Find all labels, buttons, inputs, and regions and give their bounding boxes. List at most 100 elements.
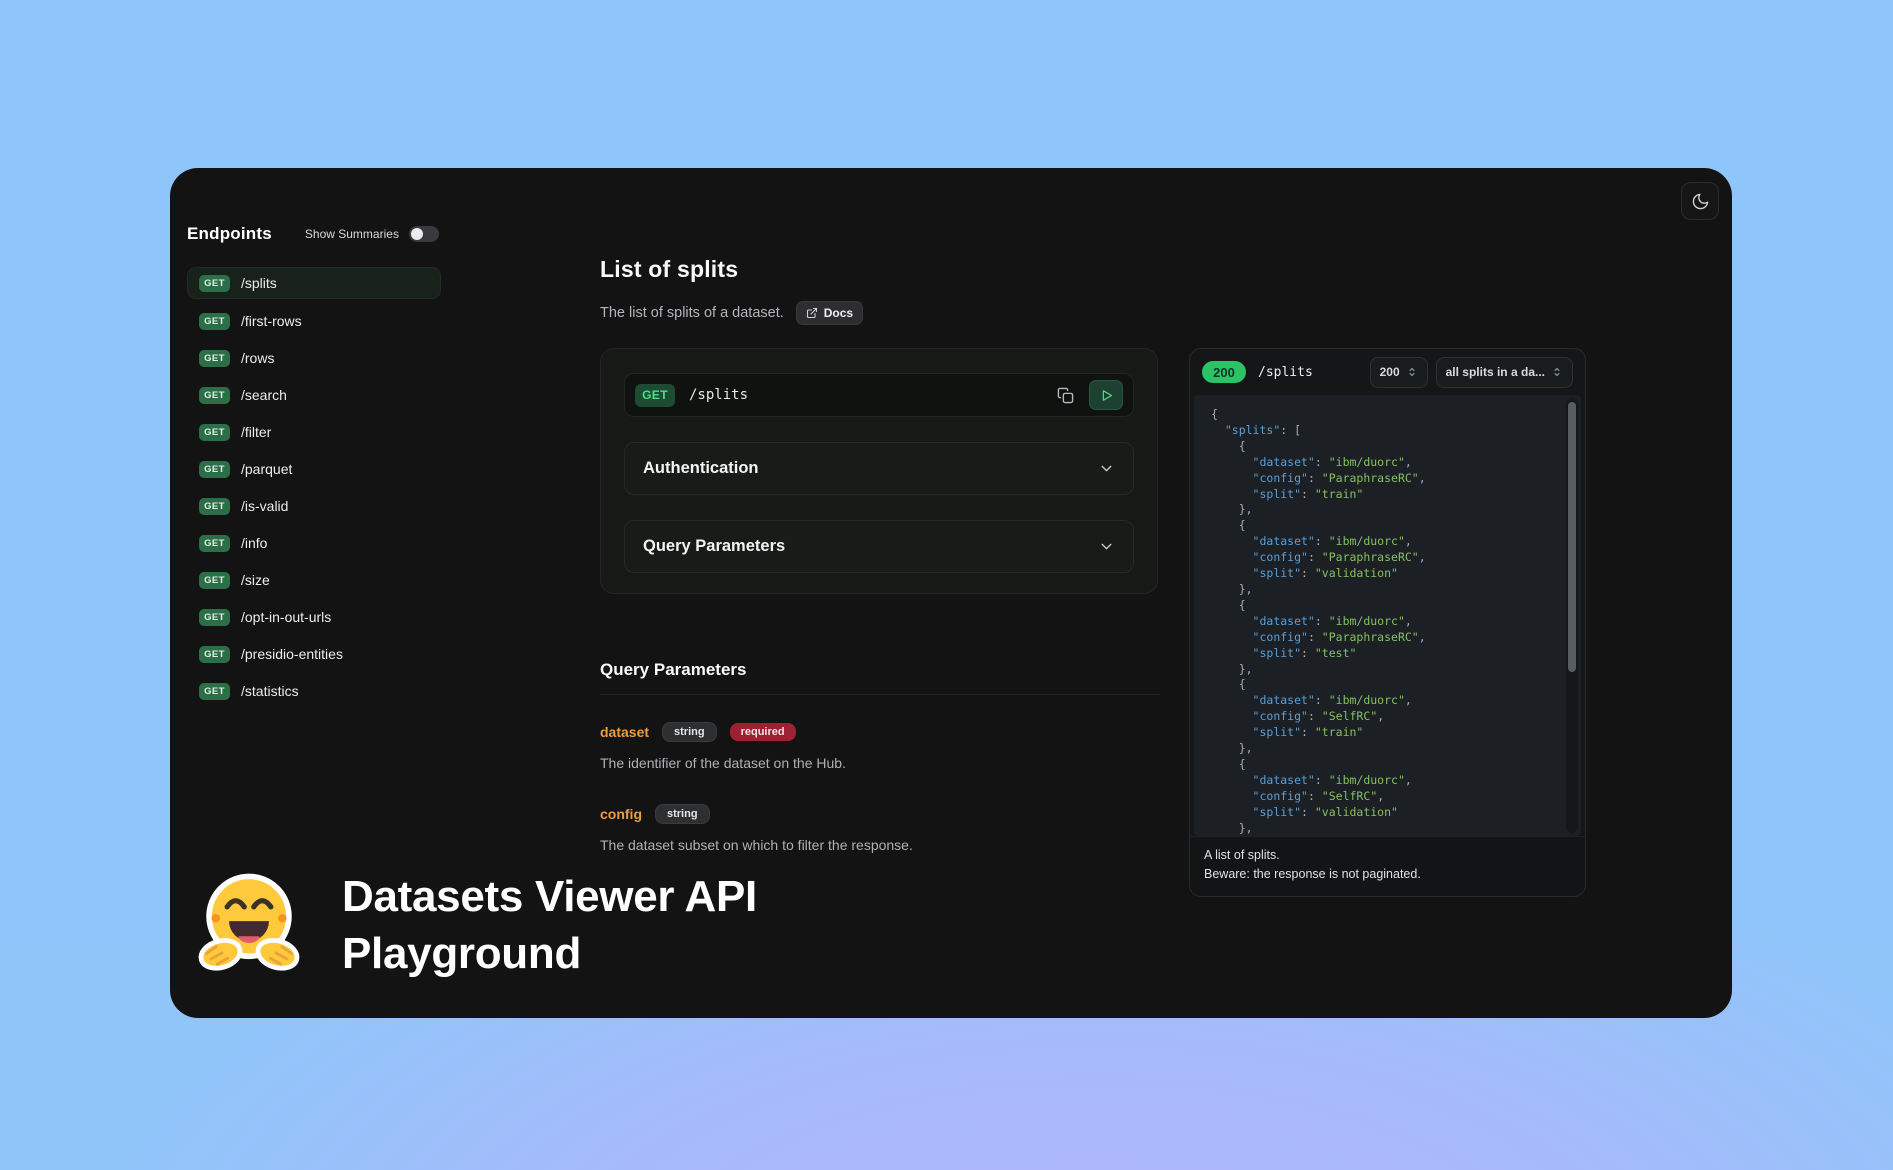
param-name: config — [600, 806, 642, 822]
endpoint-path-label: /size — [241, 572, 270, 588]
method-badge: GET — [199, 313, 230, 330]
query-parameters-section-toggle[interactable]: Query Parameters — [624, 520, 1134, 573]
copy-icon — [1057, 387, 1074, 404]
endpoint-path-label: /search — [241, 387, 287, 403]
docs-button[interactable]: Docs — [796, 301, 863, 325]
status-code-select[interactable]: 200 — [1370, 357, 1428, 388]
endpoint-path-label: /statistics — [241, 683, 299, 699]
theme-toggle-button[interactable] — [1681, 182, 1719, 220]
chevron-up-down-icon — [1551, 366, 1563, 378]
show-summaries-label: Show Summaries — [305, 227, 399, 241]
param-row-config: config string — [600, 804, 1160, 824]
endpoint-path-label: /filter — [241, 424, 271, 440]
method-badge: GET — [199, 609, 230, 626]
method-badge: GET — [199, 387, 230, 404]
sidebar-item-rows[interactable]: GET/rows — [187, 343, 441, 373]
page-title: List of splits — [600, 256, 1160, 283]
brand-title: Datasets Viewer API Playground — [342, 868, 757, 982]
endpoint-path-label: /is-valid — [241, 498, 288, 514]
page-background: Endpoints Show Summaries GET/splitsGET/f… — [0, 0, 1893, 1170]
response-panel: 200 /splits 200 all splits in a da... — [1189, 348, 1586, 897]
endpoint-path-label: /first-rows — [241, 313, 302, 329]
method-badge: GET — [199, 646, 230, 663]
sidebar-item-parquet[interactable]: GET/parquet — [187, 454, 441, 484]
sidebar-item-presidio-entities[interactable]: GET/presidio-entities — [187, 639, 441, 669]
sidebar-item-splits[interactable]: GET/splits — [187, 267, 441, 299]
authentication-label: Authentication — [643, 459, 759, 478]
request-method-badge: GET — [635, 384, 675, 407]
response-footer-line: A list of splits. — [1204, 846, 1571, 865]
param-required-badge: required — [730, 723, 796, 741]
run-request-button[interactable] — [1089, 380, 1123, 410]
param-description: The identifier of the dataset on the Hub… — [600, 755, 1160, 771]
chevron-down-icon — [1098, 538, 1115, 555]
endpoint-path-label: /rows — [241, 350, 274, 366]
param-type-badge: string — [655, 804, 710, 824]
scrollbar-thumb[interactable] — [1568, 402, 1576, 672]
endpoints-sidebar: Endpoints Show Summaries GET/splitsGET/f… — [187, 222, 467, 713]
response-path: /splits — [1258, 365, 1313, 380]
endpoint-path-label: /parquet — [241, 461, 292, 477]
sidebar-title: Endpoints — [187, 224, 272, 244]
authentication-section-toggle[interactable]: Authentication — [624, 442, 1134, 495]
brand-title-line1: Datasets Viewer API — [342, 868, 757, 925]
query-parameters-heading: Query Parameters — [600, 660, 1160, 680]
sidebar-item-is-valid[interactable]: GET/is-valid — [187, 491, 441, 521]
endpoint-path-label: /opt-in-out-urls — [241, 609, 331, 625]
brand-title-line2: Playground — [342, 925, 757, 982]
status-code-select-value: 200 — [1380, 365, 1400, 379]
request-bar: GET /splits — [624, 373, 1134, 417]
docs-button-label: Docs — [824, 306, 853, 320]
toggle-knob — [411, 228, 423, 240]
response-status-badge: 200 — [1202, 361, 1246, 383]
method-badge: GET — [199, 350, 230, 367]
sidebar-item-opt-in-out-urls[interactable]: GET/opt-in-out-urls — [187, 602, 441, 632]
method-badge: GET — [199, 498, 230, 515]
show-summaries-toggle[interactable] — [409, 226, 439, 242]
sidebar-item-statistics[interactable]: GET/statistics — [187, 676, 441, 706]
param-description: The dataset subset on which to filter th… — [600, 837, 1160, 853]
method-badge: GET — [199, 461, 230, 478]
method-badge: GET — [199, 275, 230, 292]
method-badge: GET — [199, 535, 230, 552]
scrollbar-track — [1566, 398, 1578, 833]
method-badge: GET — [199, 572, 230, 589]
moon-icon — [1691, 192, 1710, 211]
sidebar-item-first-rows[interactable]: GET/first-rows — [187, 306, 441, 336]
page-description: The list of splits of a dataset. — [600, 305, 784, 321]
request-path: /splits — [689, 387, 748, 403]
hugging-face-emoji — [192, 866, 306, 985]
sidebar-item-filter[interactable]: GET/filter — [187, 417, 441, 447]
endpoint-path-label: /splits — [241, 275, 277, 291]
app-card: Endpoints Show Summaries GET/splitsGET/f… — [170, 168, 1732, 1018]
endpoint-path-label: /info — [241, 535, 267, 551]
request-panel: GET /splits — [600, 348, 1158, 594]
query-parameters-doc: Query Parameters dataset string required… — [600, 660, 1160, 853]
response-footer: A list of splits. Beware: the response i… — [1190, 836, 1585, 896]
copy-button[interactable] — [1053, 383, 1077, 407]
param-row-dataset: dataset string required — [600, 722, 1160, 742]
query-parameters-label: Query Parameters — [643, 537, 785, 556]
example-select[interactable]: all splits in a da... — [1436, 357, 1573, 388]
example-select-value: all splits in a da... — [1446, 365, 1545, 379]
sidebar-item-search[interactable]: GET/search — [187, 380, 441, 410]
response-code-viewer[interactable]: { "splits": [ { "dataset": "ibm/duorc", … — [1194, 395, 1581, 836]
param-type-badge: string — [662, 722, 717, 742]
method-badge: GET — [199, 424, 230, 441]
method-badge: GET — [199, 683, 230, 700]
play-icon — [1099, 388, 1114, 403]
chevron-down-icon — [1098, 460, 1115, 477]
sidebar-header: Endpoints Show Summaries — [187, 222, 467, 246]
sidebar-item-info[interactable]: GET/info — [187, 528, 441, 558]
main-content: List of splits The list of splits of a d… — [600, 256, 1160, 853]
endpoint-path-label: /presidio-entities — [241, 646, 343, 662]
chevron-up-down-icon — [1406, 366, 1418, 378]
param-name: dataset — [600, 724, 649, 740]
response-header: 200 /splits 200 all splits in a da... — [1190, 349, 1585, 395]
response-json-code: { "splits": [ { "dataset": "ibm/duorc", … — [1194, 395, 1581, 836]
divider — [600, 694, 1160, 695]
external-link-icon — [806, 307, 818, 319]
endpoint-list: GET/splitsGET/first-rowsGET/rowsGET/sear… — [187, 267, 467, 706]
response-footer-line: Beware: the response is not paginated. — [1204, 865, 1571, 884]
sidebar-item-size[interactable]: GET/size — [187, 565, 441, 595]
